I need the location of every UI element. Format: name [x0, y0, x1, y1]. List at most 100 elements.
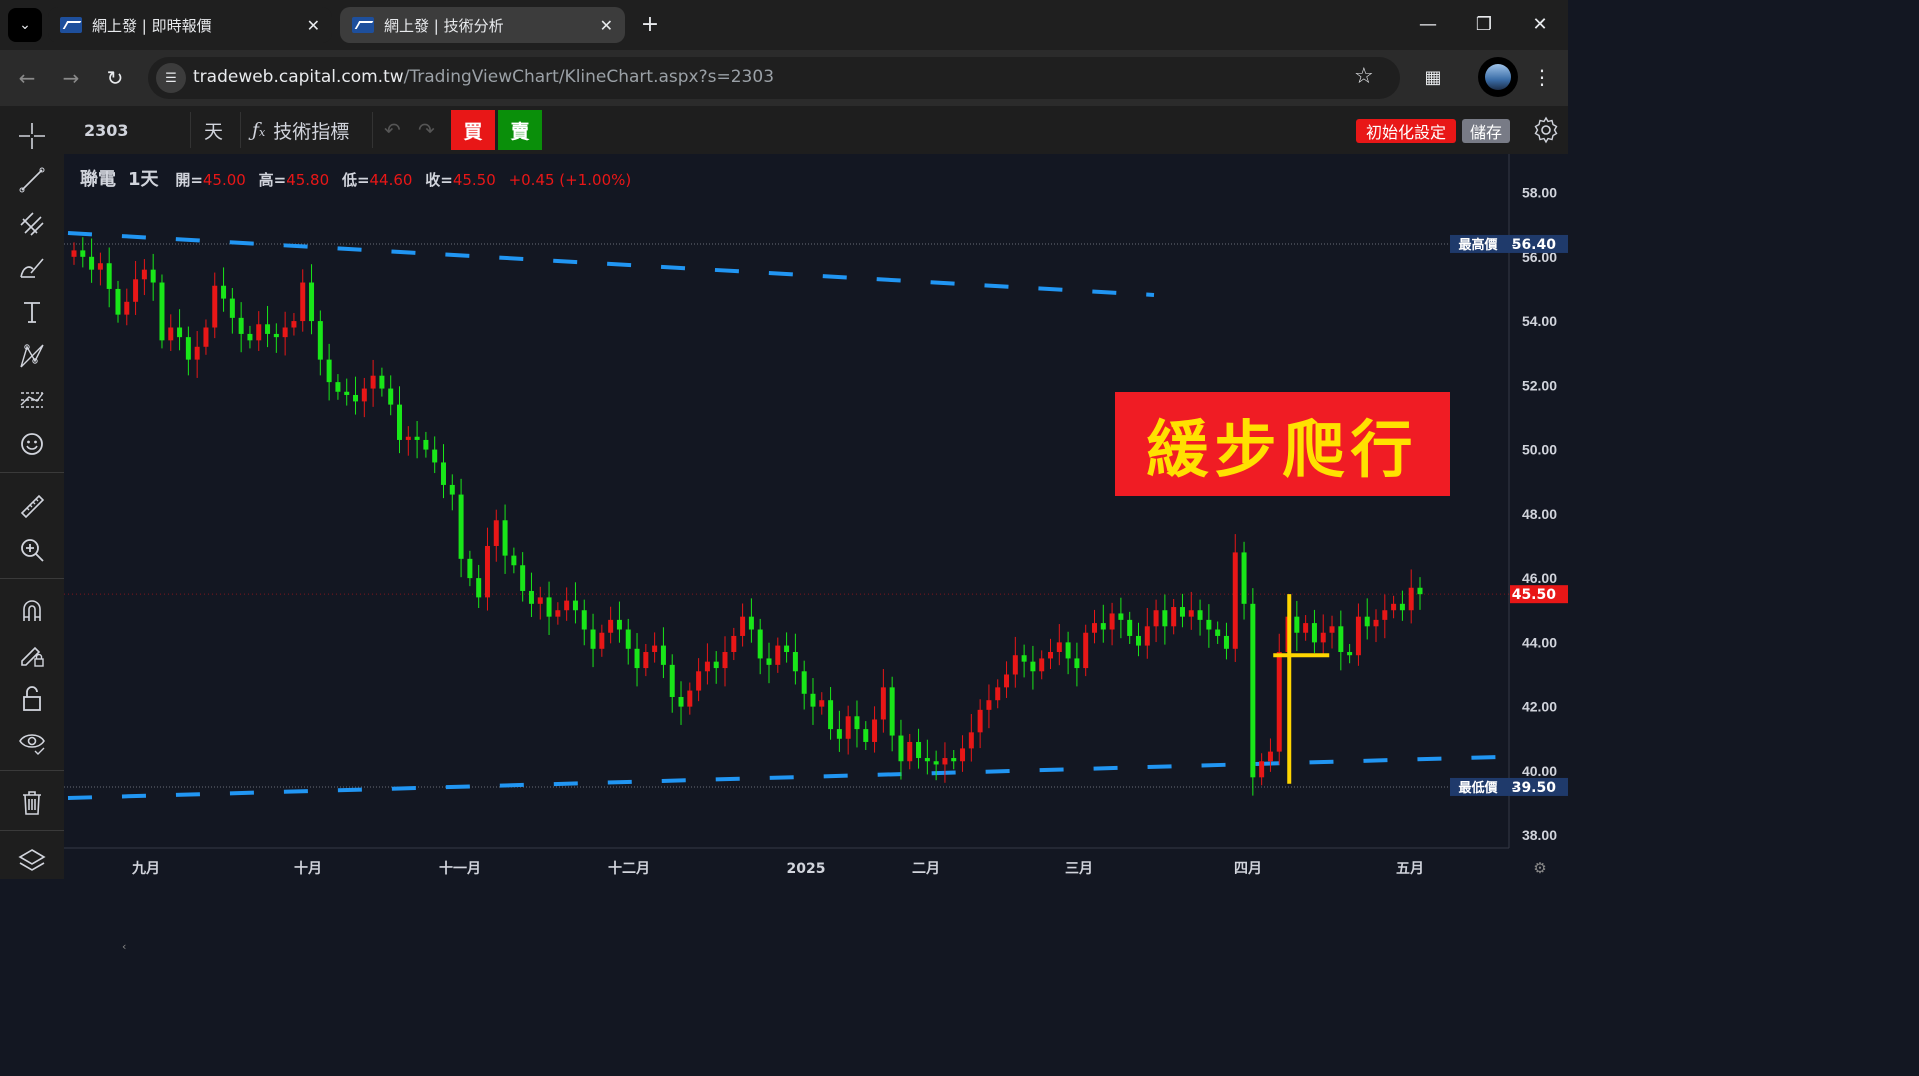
annotation-banner[interactable]: 緩步爬行	[1115, 392, 1450, 496]
candle-body	[960, 748, 966, 762]
reload-icon[interactable]: ↻	[100, 63, 130, 93]
buy-button[interactable]: 買	[451, 110, 495, 150]
layers-icon[interactable]	[12, 842, 52, 878]
interval-button[interactable]: 天	[204, 112, 223, 148]
symbol-search-input[interactable]: 2303	[70, 112, 190, 148]
candle-body	[986, 700, 992, 710]
address-bar[interactable]: ☰ tradeweb.capital.com.tw/TradingViewCha…	[148, 57, 1400, 99]
candle-body	[326, 359, 332, 383]
trend-line-icon[interactable]	[12, 162, 52, 198]
candle-body	[440, 462, 446, 485]
magnet-icon[interactable]	[12, 592, 52, 628]
candle-body	[265, 324, 271, 334]
y-tick-label: 48.00	[1522, 506, 1557, 522]
unlock-icon[interactable]	[12, 680, 52, 716]
candle-body	[1303, 623, 1309, 633]
url-text[interactable]: tradeweb.capital.com.tw/TradingViewChart…	[193, 67, 774, 87]
new-tab-plus-icon[interactable]: +	[636, 10, 664, 38]
browser-tab-quote[interactable]: 網上發 | 即時報價 ✕	[48, 7, 332, 43]
candle-body	[819, 700, 825, 707]
candle-body	[731, 635, 737, 653]
candle-body	[1074, 658, 1080, 669]
emoji-icon[interactable]	[12, 426, 52, 462]
chart-settings-gear-icon[interactable]	[1532, 116, 1560, 144]
candle-body	[757, 629, 763, 659]
high-label: 高=	[258, 171, 287, 189]
x-tick-label: 二月	[912, 861, 940, 877]
redo-icon[interactable]: ↷	[418, 112, 435, 148]
avatar-image	[1485, 64, 1511, 90]
brush-icon[interactable]	[12, 250, 52, 286]
candle-body	[177, 327, 183, 338]
stock-name: 聯電	[80, 169, 116, 190]
extensions-puzzle-icon[interactable]: ▦	[1418, 62, 1448, 92]
candle-body	[1399, 603, 1405, 611]
candle-body	[1391, 603, 1397, 611]
candle-body	[845, 716, 851, 739]
trash-icon[interactable]	[12, 784, 52, 820]
candle-body	[1382, 610, 1388, 620]
candle-body	[379, 375, 385, 389]
lock-drawing-icon[interactable]	[12, 636, 52, 672]
candle[interactable]	[1250, 588, 1256, 796]
browser-tab-technical-analysis[interactable]: 網上發 | 技術分析 ✕	[340, 7, 625, 43]
candle-body	[168, 327, 174, 341]
crosshair-icon[interactable]	[12, 118, 52, 154]
candle-body	[71, 250, 77, 257]
prediction-tool-icon[interactable]	[12, 382, 52, 418]
candle-body	[221, 285, 227, 299]
high-price-label-value: 56.40	[1512, 237, 1557, 253]
candle-body	[317, 321, 323, 360]
tab-close-icon[interactable]: ✕	[600, 16, 613, 35]
url-path: /TradingViewChart/KlineChart.aspx?s=2303	[403, 67, 775, 87]
candle-body	[256, 324, 262, 341]
profile-avatar[interactable]	[1478, 57, 1518, 97]
ruler-icon[interactable]	[12, 488, 52, 524]
reset-settings-button[interactable]: 初始化設定	[1356, 119, 1456, 143]
axis-settings-icon[interactable]: ⚙	[1533, 859, 1546, 877]
candle[interactable]	[159, 274, 165, 349]
candle-body	[634, 648, 640, 669]
indicators-button[interactable]: ƒx 技術指標	[252, 112, 349, 148]
open-label: 開=	[175, 171, 203, 189]
candle-body	[652, 645, 658, 653]
eye-icon[interactable]	[12, 724, 52, 760]
candle-body	[150, 269, 156, 283]
candle-body	[942, 758, 948, 765]
window-close-icon[interactable]: ✕	[1512, 0, 1568, 48]
back-arrow-icon[interactable]: ←	[12, 63, 42, 93]
x-tick-label: 十月	[294, 860, 322, 877]
window-minimize-icon[interactable]: —	[1400, 0, 1456, 48]
label-separator: -	[1512, 781, 1517, 796]
window-restore-icon[interactable]: ❐	[1456, 0, 1512, 48]
tab-close-icon[interactable]: ✕	[307, 16, 320, 35]
candle-body	[1021, 655, 1027, 662]
candle-body	[1408, 587, 1414, 611]
text-tool-icon[interactable]	[12, 294, 52, 330]
collapse-toolbar-arrow-icon[interactable]: ‹	[122, 940, 130, 956]
pattern-tool-icon[interactable]	[12, 338, 52, 374]
candle-body	[1276, 652, 1282, 752]
sell-button[interactable]: 賣	[498, 110, 542, 150]
candle-body	[872, 719, 878, 742]
chart-pane[interactable]: 58.00 56.00 54.00 52.00 50.00 48.00 46.00 44.00…	[64, 154, 1568, 953]
candle-body	[1153, 610, 1159, 627]
site-settings-icon[interactable]: ☰	[156, 63, 186, 93]
zoom-in-icon[interactable]	[12, 532, 52, 568]
candle-body	[484, 545, 490, 598]
y-tick-label: 46.00	[1522, 570, 1557, 586]
candle-body	[924, 758, 930, 762]
candlestick-chart[interactable]: 58.0056.0054.0052.0050.0048.0046.0044.00…	[64, 154, 1568, 879]
undo-icon[interactable]: ↶	[384, 112, 401, 148]
tab-search-chevron-icon[interactable]: ⌄	[8, 8, 42, 42]
candle-body	[1206, 619, 1212, 630]
candle-body	[828, 700, 834, 730]
forward-arrow-icon[interactable]: →	[56, 63, 86, 93]
fib-tools-icon[interactable]	[12, 206, 52, 242]
candle[interactable]	[1232, 534, 1238, 662]
save-button[interactable]: 儲存	[1462, 119, 1510, 143]
candle-body	[740, 616, 746, 636]
candle-body	[1056, 642, 1062, 653]
browser-menu-icon[interactable]: ⋮	[1530, 62, 1554, 92]
bookmark-star-icon[interactable]: ☆	[1354, 64, 1374, 89]
